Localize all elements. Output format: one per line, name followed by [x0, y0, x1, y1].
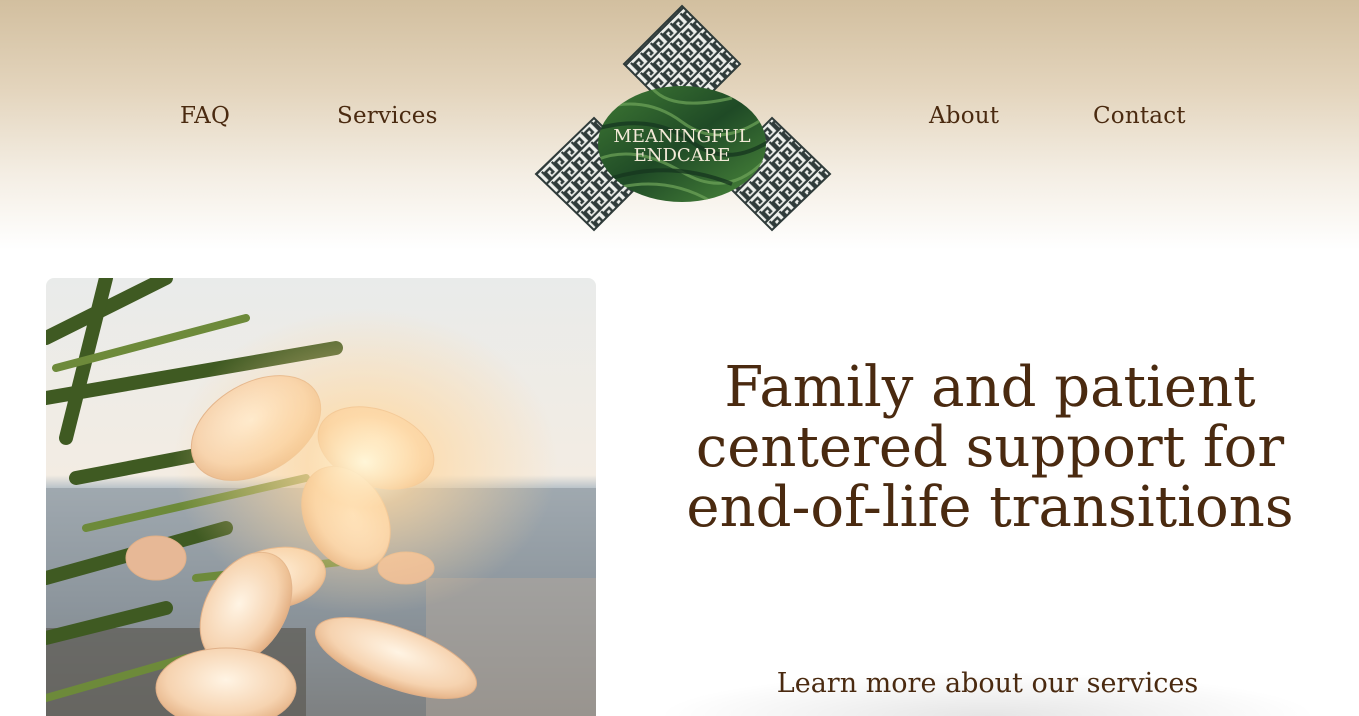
nav-faq[interactable]: FAQ — [180, 103, 230, 129]
nav-about[interactable]: About — [929, 103, 999, 129]
nav-contact[interactable]: Contact — [1093, 103, 1186, 129]
logo-line-1: MEANINGFUL — [613, 126, 750, 147]
meaningful-endcare-logo[interactable]: MEANINGFUL ENDCARE — [532, 2, 832, 234]
learn-more-services-link[interactable]: Learn more about our services — [600, 664, 1359, 716]
hero-oleander-photo — [46, 278, 596, 716]
logo-line-2: ENDCARE — [634, 145, 731, 166]
hero-headline: Family and patient centered support for … — [686, 355, 1294, 540]
nav-services[interactable]: Services — [337, 103, 438, 129]
